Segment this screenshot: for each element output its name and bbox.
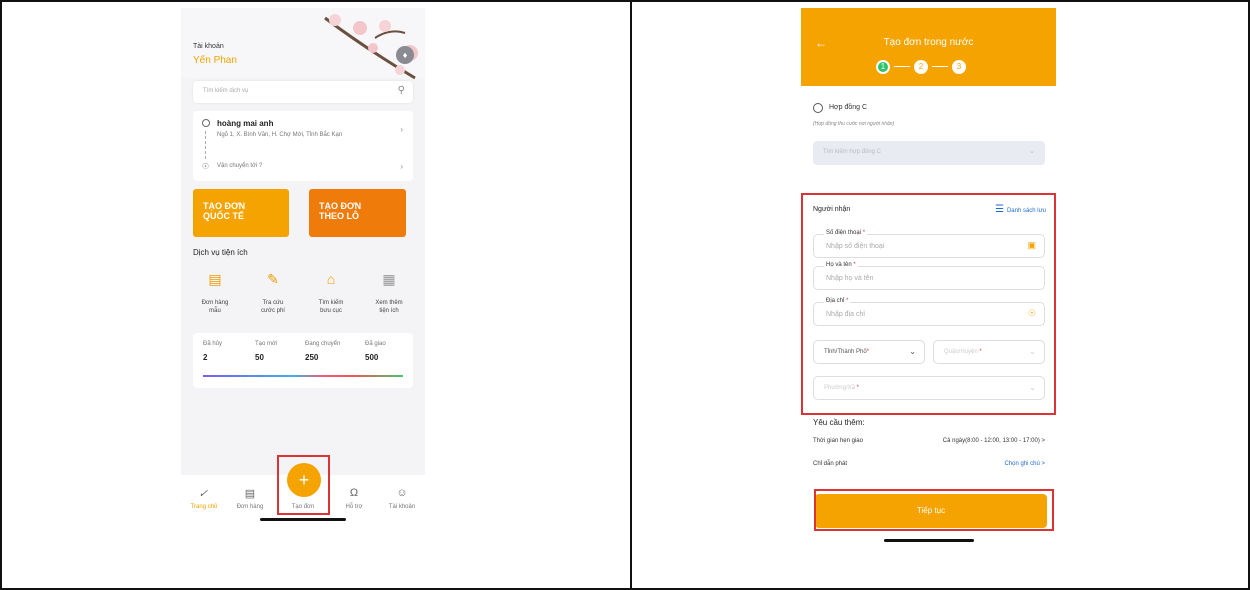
- nav-orders[interactable]: ▤ Đơn hàng: [229, 487, 271, 510]
- home-indicator: [260, 518, 346, 521]
- card-line-1: TẠO ĐƠN: [203, 201, 246, 211]
- search-placeholder: Tìm kiếm dịch vụ: [203, 88, 249, 94]
- nav-label: Tài khoản: [388, 504, 416, 510]
- stat-value: 250: [305, 353, 319, 362]
- util-label: cước phí: [261, 308, 285, 314]
- create-international-order-button[interactable]: TẠO ĐƠN QUỐC TẾ: [193, 189, 289, 237]
- stepper: 1 2 3: [876, 60, 986, 76]
- home-screen: Tài khoản Yến Phan ♦ Tìm kiếm dịch vụ ⚲ …: [181, 8, 425, 523]
- util-label: Tìm kiếm: [318, 300, 344, 306]
- location-pin-icon: ☉: [202, 162, 210, 171]
- stat-value: 50: [255, 353, 264, 362]
- headset-icon: Ω: [349, 487, 359, 499]
- chevron-right-icon[interactable]: ›: [400, 125, 403, 134]
- home-indicator: [884, 539, 974, 542]
- stat-cancelled[interactable]: Đã hủy 2: [203, 341, 222, 362]
- nav-label: Hỗ trợ: [345, 504, 363, 510]
- delivery-time-value[interactable]: Cả ngày(8:00 - 12:00, 13:00 - 17:00) >: [943, 438, 1045, 444]
- page-title: Tạo đơn trong nước: [883, 37, 974, 48]
- nav-label: Đơn hàng: [236, 504, 264, 510]
- stat-label: Đã hủy: [203, 341, 223, 347]
- contract-label: Hợp đồng C: [829, 104, 868, 111]
- notification-bell-icon[interactable]: ♦: [396, 46, 414, 64]
- util-label: bưu cục: [320, 308, 342, 314]
- nav-account[interactable]: ☺ Tài khoản: [381, 487, 423, 510]
- util-label: Tra cứu: [262, 300, 284, 306]
- utility-find-post-office[interactable]: ⌂ Tìm kiếm bưu cục: [307, 271, 355, 315]
- util-label: Xem thêm: [375, 300, 403, 306]
- vnpost-logo-icon: ✓: [197, 488, 211, 500]
- stat-shipping[interactable]: Đang chuyển 250: [305, 341, 340, 362]
- step-3: 3: [952, 60, 966, 74]
- search-fee-icon: ✎: [267, 271, 279, 287]
- delivery-time-row[interactable]: Thời gian hẹn giao Cả ngày(8:00 - 12:00,…: [813, 438, 1045, 444]
- sender-name: hoàng mai anh: [217, 119, 274, 128]
- account-name[interactable]: Yến Phan: [193, 55, 237, 66]
- utility-fee-lookup[interactable]: ✎ Tra cứu cước phí: [249, 271, 297, 315]
- card-line-2: THEO LÔ: [319, 211, 359, 221]
- contract-search-input[interactable]: Tìm kiếm hợp đồng C ⌄: [813, 141, 1045, 165]
- step-connector: [932, 66, 948, 67]
- utility-sample-orders[interactable]: ▤ Đơn hàng mẫu: [191, 271, 239, 315]
- highlight-box-continue: [814, 489, 1054, 531]
- search-icon[interactable]: ⚲: [398, 85, 405, 96]
- panel-divider: [630, 0, 632, 590]
- document-icon: ▤: [244, 488, 256, 500]
- choose-note-link[interactable]: Chọn ghi chú >: [1004, 461, 1045, 467]
- create-batch-order-button[interactable]: TẠO ĐƠN THEO LÔ: [309, 189, 406, 237]
- grid-icon: ▦: [382, 271, 396, 287]
- step-1: 1: [876, 60, 890, 74]
- destination-prompt[interactable]: Vận chuyển tới ?: [217, 163, 262, 169]
- contract-search-placeholder: Tìm kiếm hợp đồng C: [823, 149, 881, 155]
- stat-label: Đang chuyển: [305, 341, 341, 347]
- sender-dot-icon: [202, 119, 210, 127]
- step-connector: [894, 66, 910, 67]
- stat-value: 2: [203, 353, 208, 362]
- radio-button[interactable]: [813, 103, 823, 113]
- stats-progress-bar: [203, 375, 403, 377]
- util-label: mẫu: [209, 308, 221, 314]
- stat-value: 500: [365, 353, 379, 362]
- chevron-down-icon: ⌄: [1029, 148, 1035, 155]
- route-line: [205, 131, 206, 159]
- chevron-right-icon[interactable]: ›: [400, 162, 403, 171]
- stat-delivered[interactable]: Đã giao 500: [365, 341, 386, 362]
- address-card[interactable]: hoàng mai anh Ngõ 1, X. Bình Văn, H. Chợ…: [193, 111, 413, 181]
- stat-label: Tạo mới: [255, 341, 278, 347]
- user-icon: ☺: [396, 487, 408, 499]
- order-stats: Đã hủy 2 Tạo mới 50 Đang chuyển 250 Đã g…: [193, 333, 413, 388]
- nav-label: Trang chủ: [190, 504, 218, 510]
- highlight-box-receiver: [801, 193, 1056, 415]
- util-label: tiện ích: [379, 308, 399, 314]
- utilities-title: Dịch vụ tiện ích: [193, 248, 248, 257]
- highlight-box-create-order: [277, 455, 330, 515]
- service-search-input[interactable]: Tìm kiếm dịch vụ ⚲: [193, 81, 413, 103]
- stat-label: Đã giao: [365, 341, 386, 347]
- account-label: Tài khoản: [193, 43, 224, 50]
- nav-home[interactable]: ✓ Trang chủ: [183, 487, 225, 510]
- contract-subtitle: (Hợp đồng thu cước nơi người nhận): [813, 121, 895, 127]
- delivery-note-row[interactable]: Chỉ dẫn phát Chọn ghi chú >: [813, 461, 1045, 467]
- post-office-icon: ⌂: [326, 271, 336, 287]
- card-line-1: TẠO ĐƠN: [319, 201, 362, 211]
- delivery-time-label: Thời gian hẹn giao: [813, 438, 863, 444]
- stat-new[interactable]: Tạo mới 50: [255, 341, 277, 362]
- notebook-icon: ▤: [208, 271, 222, 287]
- step-2: 2: [914, 60, 928, 74]
- nav-support[interactable]: Ω Hỗ trợ: [333, 487, 375, 510]
- card-line-2: QUỐC TẾ: [203, 211, 245, 221]
- extra-requests-title: Yêu cầu thêm:: [813, 418, 865, 427]
- sender-address: Ngõ 1, X. Bình Văn, H. Chợ Mới, Tỉnh Bắc…: [217, 132, 343, 138]
- util-label: Đơn hàng: [201, 300, 229, 306]
- delivery-note-label: Chỉ dẫn phát: [813, 461, 848, 467]
- utility-see-more[interactable]: ▦ Xem thêm tiện ích: [365, 271, 413, 315]
